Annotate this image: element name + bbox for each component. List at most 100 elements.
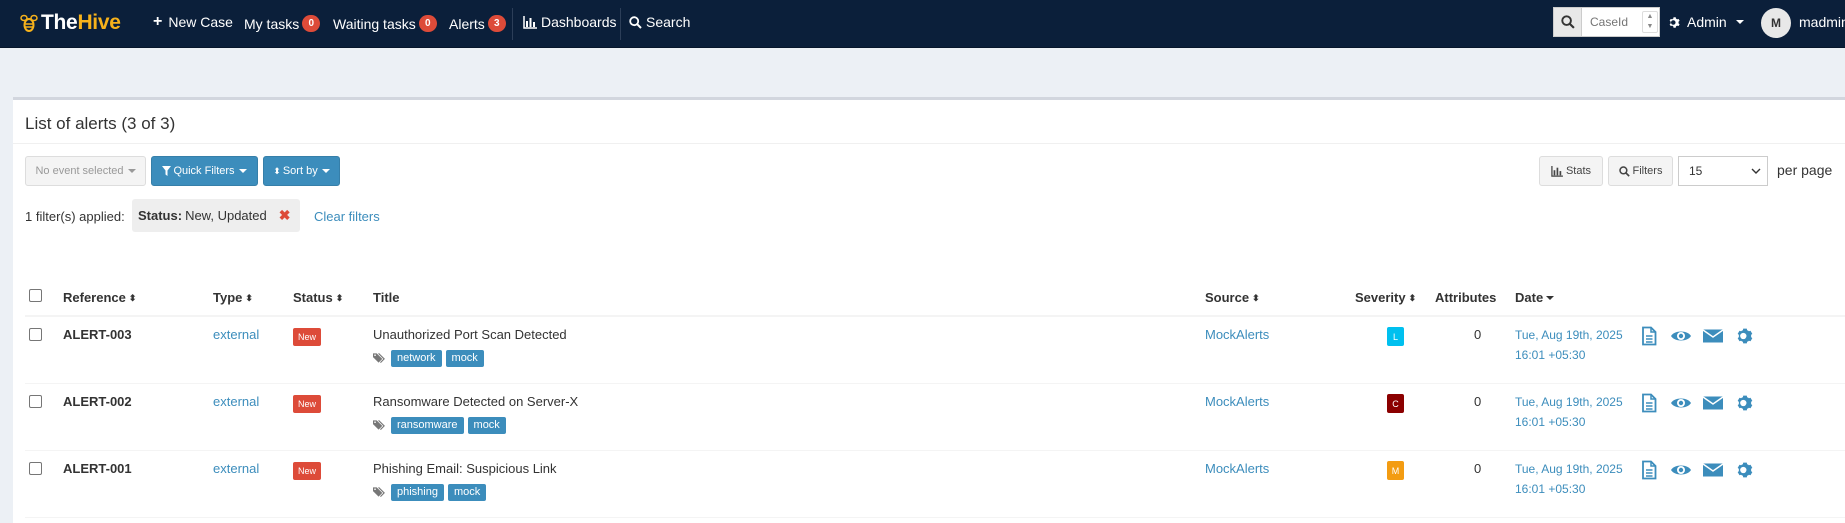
stats-button[interactable]: Stats (1539, 156, 1603, 186)
column-status[interactable]: Status ⬍ (293, 290, 343, 305)
row-checkbox[interactable] (29, 395, 42, 408)
tag-network[interactable]: network (391, 350, 442, 367)
caseid-input[interactable] (1582, 8, 1642, 36)
tag-list: network mock (373, 350, 488, 367)
tag-phishing[interactable]: phishing (391, 484, 444, 501)
eye-icon[interactable] (1670, 326, 1692, 346)
bulk-action-dropdown[interactable]: No event selected (25, 156, 146, 186)
alert-type-link[interactable]: external (213, 394, 259, 409)
gear-icon[interactable] (1736, 394, 1756, 414)
search-icon (1560, 15, 1575, 29)
sort-by-button[interactable]: ⬍ Sort by (263, 156, 340, 186)
alert-source-link[interactable]: MockAlerts (1205, 394, 1269, 409)
alert-reference: ALERT-002 (63, 394, 132, 409)
no-event-selected-label: No event selected (35, 165, 124, 177)
tag-mock[interactable]: mock (447, 484, 487, 501)
caseid-spinner[interactable]: ▲ ▼ (1642, 11, 1658, 33)
column-reference-label: Reference (63, 290, 126, 305)
alerts-badge: 3 (487, 15, 506, 32)
envelope-icon[interactable] (1702, 393, 1724, 413)
alert-type-link[interactable]: external (213, 327, 259, 342)
column-type-label: Type (213, 290, 243, 305)
attributes-count: 0 (1474, 327, 1482, 342)
status-badge: New (293, 462, 322, 480)
per-page-select[interactable]: 15 (1678, 156, 1768, 186)
chevron-down-icon (1751, 168, 1761, 174)
table-row: ALERT-001 external New Phishing Email: Susp… (25, 451, 1845, 518)
bee-logo-icon (20, 14, 38, 32)
sort-icon: ⬍ (1252, 292, 1260, 303)
gear-icon[interactable] (1736, 327, 1756, 347)
tag-mock[interactable]: mock (445, 350, 484, 367)
alert-title[interactable]: Phishing Email: Suspicious Link (373, 461, 557, 476)
brand-logo[interactable]: The Hive (20, 10, 121, 36)
quick-filters-label: Quick Filters (173, 165, 235, 177)
sort-icon: ⬍ (245, 292, 253, 303)
quick-filters-button[interactable]: Quick Filters (151, 156, 258, 186)
column-source[interactable]: Source ⬍ (1205, 290, 1260, 305)
envelope-icon[interactable] (1702, 326, 1724, 346)
column-reference[interactable]: Reference ⬍ (63, 290, 136, 305)
search-link[interactable]: Search (629, 14, 690, 30)
tag-mock[interactable]: mock (467, 417, 506, 434)
remove-icon[interactable]: ✖ (279, 207, 291, 224)
alerts-link[interactable]: Alerts 3 (449, 15, 506, 32)
status-badge: New (293, 328, 322, 346)
dashboards-label: Dashboards (541, 14, 617, 30)
waiting-tasks-label: Waiting tasks (333, 15, 416, 32)
date-line-2: 16:01 +05:30 (1515, 415, 1586, 429)
severity-badge: C (1387, 394, 1404, 413)
alert-source-link[interactable]: MockAlerts (1205, 327, 1269, 342)
file-icon[interactable] (1639, 393, 1659, 413)
caret-down-icon (1546, 295, 1555, 300)
sort-icon: ⬍ (1408, 292, 1417, 303)
username[interactable]: madmin (1799, 14, 1845, 30)
alert-source-link[interactable]: MockAlerts (1205, 461, 1269, 476)
my-tasks-link[interactable]: My tasks 0 (244, 15, 321, 32)
caret-down-icon (127, 169, 136, 173)
column-severity[interactable]: Severity ⬍ (1355, 290, 1416, 305)
nav-separator (512, 8, 513, 40)
admin-menu[interactable]: Admin (1668, 14, 1744, 30)
sort-icon: ⬍ (128, 292, 137, 303)
envelope-icon[interactable] (1702, 460, 1724, 480)
clear-filters-link[interactable]: Clear filters (314, 209, 380, 224)
row-checkbox[interactable] (29, 328, 42, 341)
per-page-value: 15 (1689, 164, 1703, 178)
date-line-1: Tue, Aug 19th, 2025 (1515, 395, 1623, 409)
severity-badge: L (1387, 327, 1404, 346)
avatar[interactable]: M (1761, 8, 1791, 38)
column-attributes-label: Attributes (1435, 290, 1497, 305)
alert-type-link[interactable]: external (213, 461, 259, 476)
eye-icon[interactable] (1670, 460, 1692, 480)
gear-icon[interactable] (1736, 461, 1756, 481)
tag-ransomware[interactable]: ransomware (391, 417, 464, 434)
filters-applied-label: 1 filter(s) applied: (25, 209, 125, 224)
plus-icon: + (153, 13, 163, 30)
select-all-checkbox[interactable] (29, 289, 42, 302)
column-date[interactable]: Date (1515, 290, 1555, 305)
column-attributes: Attributes (1435, 290, 1496, 305)
filters-button[interactable]: Filters (1608, 156, 1673, 186)
file-icon[interactable] (1639, 326, 1659, 346)
date-line-2: 16:01 +05:30 (1515, 482, 1586, 496)
waiting-tasks-link[interactable]: Waiting tasks 0 (333, 15, 437, 32)
alert-title[interactable]: Ransomware Detected on Server-X (373, 394, 578, 409)
column-type[interactable]: Type ⬍ (213, 290, 253, 305)
search-label: Search (646, 14, 691, 30)
column-date-label: Date (1515, 290, 1544, 305)
stats-label: Stats (1565, 165, 1592, 177)
new-case-link[interactable]: + New Case (153, 13, 233, 31)
eye-icon[interactable] (1670, 393, 1692, 413)
attributes-count: 0 (1474, 461, 1482, 476)
case-search-button[interactable] (1554, 8, 1582, 36)
file-icon[interactable] (1639, 460, 1659, 480)
alert-date: Tue, Aug 19th, 2025 16:01 +05:30 (1515, 325, 1623, 365)
caret-down-icon (238, 169, 247, 173)
row-checkbox[interactable] (29, 462, 42, 475)
alert-title[interactable]: Unauthorized Port Scan Detected (373, 327, 567, 342)
date-line-2: 16:01 +05:30 (1515, 348, 1586, 362)
search-icon (629, 15, 642, 29)
dashboards-link[interactable]: Dashboards (523, 14, 617, 30)
date-line-1: Tue, Aug 19th, 2025 (1515, 328, 1623, 342)
